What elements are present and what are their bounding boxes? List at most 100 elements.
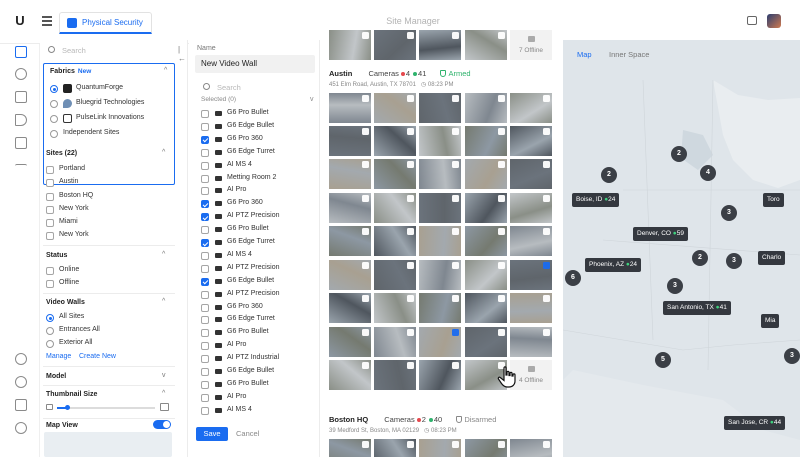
camera-tile[interactable] — [374, 93, 416, 123]
camera-tile[interactable] — [374, 360, 416, 390]
camera-tile[interactable] — [374, 193, 416, 223]
map-cluster[interactable]: 6 — [565, 270, 581, 286]
tile-checkbox[interactable] — [362, 228, 369, 235]
tile-checkbox[interactable] — [452, 295, 459, 302]
tile-checkbox[interactable] — [362, 32, 369, 39]
tile-checkbox[interactable] — [407, 295, 414, 302]
tile-checkbox[interactable] — [498, 441, 505, 448]
camera-tile[interactable] — [510, 439, 552, 457]
cancel-button[interactable]: Cancel — [236, 427, 259, 441]
camera-tile[interactable] — [510, 293, 552, 323]
tile-checkbox[interactable] — [407, 362, 414, 369]
camera-tile[interactable] — [510, 159, 552, 189]
checkbox[interactable] — [201, 264, 209, 273]
camera-tile[interactable] — [419, 93, 461, 123]
tile-checkbox[interactable] — [543, 128, 550, 135]
map-view-toggle[interactable] — [153, 420, 171, 429]
tile-checkbox[interactable] — [362, 161, 369, 168]
camera-tile[interactable] — [419, 439, 461, 457]
checkbox[interactable] — [201, 122, 209, 131]
checkbox[interactable] — [46, 193, 54, 201]
tile-checkbox[interactable] — [407, 329, 414, 336]
support-icon[interactable] — [15, 422, 27, 434]
tile-checkbox[interactable] — [407, 128, 414, 135]
checkbox[interactable] — [46, 206, 54, 214]
screen-icon[interactable] — [747, 16, 757, 25]
chevron-down-icon[interactable]: v — [162, 372, 166, 379]
chevron-up-icon[interactable]: ^ — [164, 67, 167, 74]
tile-checkbox[interactable] — [498, 262, 505, 269]
offline-tile[interactable]: 7 Offline — [510, 30, 552, 60]
checkbox[interactable] — [201, 135, 209, 144]
checkbox[interactable] — [201, 110, 209, 118]
chevron-up-icon[interactable]: ^ — [162, 149, 165, 156]
map-pin-san-antonio[interactable]: San Antonio, TX ●41 — [663, 301, 731, 315]
camera-tile[interactable] — [329, 193, 371, 223]
camera-tile[interactable] — [465, 126, 507, 156]
camera-tile[interactable] — [510, 126, 552, 156]
radio-button[interactable] — [50, 130, 58, 138]
tile-checkbox[interactable] — [407, 262, 414, 269]
tile-checkbox[interactable] — [452, 441, 459, 448]
chevron-up-icon[interactable]: ^ — [162, 298, 165, 305]
camera-tile[interactable] — [465, 30, 507, 60]
fabric-option-quantumforge[interactable]: QuantumForge — [50, 84, 170, 96]
save-button[interactable]: Save — [196, 427, 228, 441]
camera-tile[interactable] — [374, 327, 416, 357]
camera-tile[interactable] — [465, 439, 507, 457]
camera-tile[interactable] — [329, 360, 371, 390]
checkbox[interactable] — [201, 380, 209, 389]
map-cluster[interactable]: 3 — [726, 253, 742, 269]
tile-checkbox[interactable] — [498, 128, 505, 135]
camera-tile[interactable] — [329, 260, 371, 290]
tile-checkbox[interactable] — [407, 441, 414, 448]
fabric-option-pulselink[interactable]: PulseLink Innovations — [50, 114, 170, 126]
map-pin-phoenix[interactable]: Phoenix, AZ ●24 — [585, 258, 642, 272]
tile-checkbox[interactable] — [543, 262, 550, 269]
radio-button[interactable] — [50, 100, 58, 108]
tile-checkbox[interactable] — [407, 95, 414, 102]
camera-tile[interactable] — [329, 226, 371, 256]
tile-checkbox[interactable] — [407, 228, 414, 235]
camera-tile[interactable] — [329, 327, 371, 357]
checkbox[interactable] — [46, 179, 54, 187]
camera-tile[interactable] — [329, 126, 371, 156]
map-panel[interactable]: Map Inner Space 2 2 4 3 2 3 6 3 5 3 Bois… — [563, 40, 800, 457]
grid-view-icon[interactable] — [15, 46, 27, 58]
tile-checkbox[interactable] — [543, 195, 550, 202]
video-wall-name-input[interactable]: New Video Wall — [195, 55, 315, 73]
checkbox[interactable] — [201, 355, 209, 364]
camera-tile[interactable] — [419, 327, 461, 357]
camera-tile[interactable] — [419, 193, 461, 223]
camera-tile[interactable] — [374, 293, 416, 323]
checkbox[interactable] — [201, 251, 209, 260]
tile-checkbox[interactable] — [362, 262, 369, 269]
selected-count[interactable]: Selected (0) — [201, 96, 236, 103]
map-cluster[interactable]: 3 — [784, 348, 800, 364]
checkbox[interactable] — [201, 406, 209, 415]
chevron-up-icon[interactable]: ^ — [162, 390, 165, 397]
camera-tile[interactable] — [374, 226, 416, 256]
map-cluster[interactable]: 2 — [601, 167, 617, 183]
radio-button[interactable] — [46, 340, 54, 348]
radio-button[interactable] — [46, 314, 54, 322]
camera-tile[interactable] — [329, 293, 371, 323]
radio-button[interactable] — [46, 327, 54, 335]
tile-checkbox[interactable] — [543, 329, 550, 336]
camera-tile[interactable] — [374, 260, 416, 290]
checkbox[interactable] — [201, 174, 209, 183]
checkbox[interactable] — [46, 267, 54, 275]
tile-checkbox[interactable] — [362, 128, 369, 135]
checkbox[interactable] — [201, 213, 209, 222]
map-pin-miami[interactable]: Mia — [761, 314, 780, 328]
checkbox[interactable] — [201, 329, 209, 338]
tab-inner-space[interactable]: Inner Space — [609, 50, 649, 59]
tile-checkbox[interactable] — [498, 161, 505, 168]
tile-checkbox[interactable] — [452, 362, 459, 369]
camera-tile[interactable] — [374, 439, 416, 457]
tile-checkbox[interactable] — [452, 195, 459, 202]
tile-checkbox[interactable] — [362, 441, 369, 448]
tile-checkbox[interactable] — [498, 295, 505, 302]
map-cluster[interactable]: 2 — [692, 250, 708, 266]
camera-tile[interactable] — [419, 226, 461, 256]
